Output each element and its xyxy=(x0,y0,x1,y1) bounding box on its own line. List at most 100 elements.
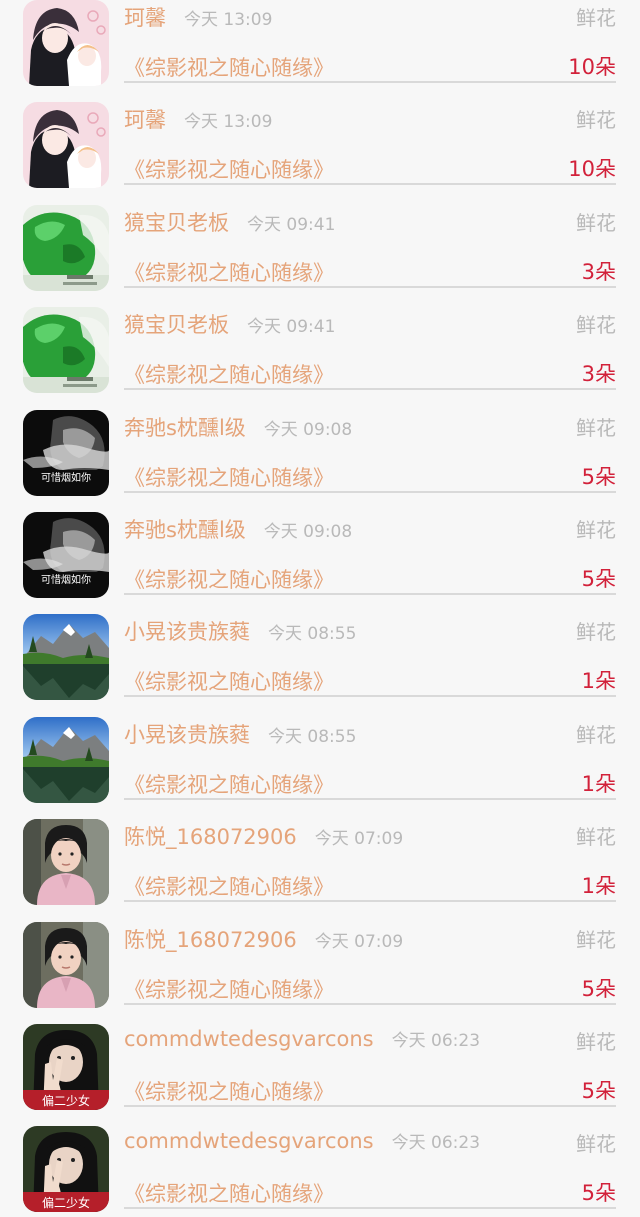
gift-record-row[interactable]: 偏二少女 commdwtedesgvarcons 今天 06:23 鲜花 《综影视… xyxy=(0,1114,640,1216)
avatar-caption: 偏二少女 xyxy=(42,1093,90,1108)
username[interactable]: 珂馨 xyxy=(124,6,166,30)
gift-record-row[interactable]: 可惜烟如你 奔驰s枕醺l级 今天 09:08 鲜花 《综影视之随心随缘》 5朵 xyxy=(0,500,640,602)
gift-time: 今天 09:41 xyxy=(247,317,336,338)
username-line: 奔驰s枕醺l级 今天 09:08 xyxy=(124,412,352,442)
book-title[interactable]: 《综影视之随心随缘》 xyxy=(124,1076,334,1106)
username[interactable]: 奔驰s枕醺l级 xyxy=(124,518,246,542)
gift-type: 鲜花 xyxy=(576,620,616,645)
book-title[interactable]: 《综影视之随心随缘》 xyxy=(124,871,334,901)
username[interactable]: 陈悦_168072906 xyxy=(124,928,297,952)
avatar-image xyxy=(23,921,109,1008)
username-line: commdwtedesgvarcons 今天 06:23 xyxy=(124,1026,480,1051)
gift-record-row[interactable]: 獍宝贝老板 今天 09:41 鲜花 《综影视之随心随缘》 3朵 xyxy=(0,193,640,295)
book-title[interactable]: 《综影视之随心随缘》 xyxy=(124,666,334,696)
gift-record-row[interactable]: 獍宝贝老板 今天 09:41 鲜花 《综影视之随心随缘》 3朵 xyxy=(0,295,640,397)
avatar-girl-peace-sign[interactable]: 偏二少女 xyxy=(23,1023,109,1110)
avatar-girl-peace-sign[interactable]: 偏二少女 xyxy=(23,1126,109,1213)
gift-count: 1朵 xyxy=(581,669,616,694)
book-title[interactable]: 《综影视之随心随缘》 xyxy=(124,462,334,492)
gift-record-content: 陈悦_168072906 今天 07:09 鲜花 《综影视之随心随缘》 5朵 xyxy=(124,910,616,1005)
gift-record-content: 珂馨 今天 13:09 鲜花 《综影视之随心随缘》 10朵 xyxy=(124,0,616,83)
username[interactable]: 珂馨 xyxy=(124,108,166,132)
username[interactable]: 小晃该贵族蕤 xyxy=(124,723,250,747)
gift-record-content: 小晃该贵族蕤 今天 08:55 鲜花 《综影视之随心随缘》 1朵 xyxy=(124,705,616,800)
gift-time: 今天 08:55 xyxy=(268,726,357,747)
gift-record-row[interactable]: 陈悦_168072906 今天 07:09 鲜花 《综影视之随心随缘》 5朵 xyxy=(0,910,640,1012)
avatar-anime-couple[interactable] xyxy=(23,0,109,86)
book-title[interactable]: 《综影视之随心随缘》 xyxy=(124,564,334,594)
username[interactable]: 小晃该贵族蕤 xyxy=(124,620,250,644)
gift-type: 鲜花 xyxy=(576,6,616,30)
username[interactable]: 陈悦_168072906 xyxy=(124,825,297,849)
gift-record-row[interactable]: 小晃该贵族蕤 今天 08:55 鲜花 《综影视之随心随缘》 1朵 xyxy=(0,602,640,704)
gift-count: 3朵 xyxy=(581,259,616,284)
avatar-image: 偏二少女 xyxy=(23,1023,109,1110)
username-line: 珂馨 今天 13:09 xyxy=(124,104,272,134)
gift-type: 鲜花 xyxy=(576,722,616,747)
book-title[interactable]: 《综影视之随心随缘》 xyxy=(124,359,334,389)
gift-record-row[interactable]: 小晃该贵族蕤 今天 08:55 鲜花 《综影视之随心随缘》 1朵 xyxy=(0,705,640,807)
gift-time: 今天 09:41 xyxy=(247,214,336,235)
username-line: 奔驰s枕醺l级 今天 09:08 xyxy=(124,514,352,544)
username-line: 陈悦_168072906 今天 07:09 xyxy=(124,924,403,954)
gift-record-row[interactable]: 陈悦_168072906 今天 07:09 鲜花 《综影视之随心随缘》 1朵 xyxy=(0,807,640,909)
gift-time: 今天 09:08 xyxy=(263,419,353,440)
avatar-image: 可惜烟如你 xyxy=(23,409,109,496)
username-line: 獍宝贝老板 今天 09:41 xyxy=(124,309,335,339)
gift-record-content: 陈悦_168072906 今天 07:09 鲜花 《综影视之随心随缘》 1朵 xyxy=(124,807,616,903)
avatar-image xyxy=(23,819,109,906)
username[interactable]: commdwtedesgvarcons xyxy=(124,1027,374,1051)
gift-time: 今天 07:09 xyxy=(314,931,404,952)
gift-type: 鲜花 xyxy=(576,210,616,235)
gift-record-row[interactable]: 偏二少女 commdwtedesgvarcons 今天 06:23 鲜花 《综影视… xyxy=(0,1012,640,1114)
gift-record-content: 小晃该贵族蕤 今天 08:55 鲜花 《综影视之随心随缘》 1朵 xyxy=(124,602,616,698)
gift-count: 10朵 xyxy=(568,55,616,79)
gift-time: 今天 08:55 xyxy=(268,624,357,645)
username[interactable]: 獍宝贝老板 xyxy=(124,313,229,337)
avatar-anime-couple[interactable] xyxy=(23,102,109,189)
avatar-image: 偏二少女 xyxy=(23,1126,109,1213)
gift-count: 5朵 xyxy=(581,464,616,489)
book-title[interactable]: 《综影视之随心随缘》 xyxy=(124,1178,334,1208)
avatar-caption: 可惜烟如你 xyxy=(41,573,91,586)
avatar-girl-pink-coat[interactable] xyxy=(23,819,109,906)
gift-count: 10朵 xyxy=(568,157,616,182)
avatar-caption: 偏二少女 xyxy=(42,1195,90,1210)
book-title[interactable]: 《综影视之随心随缘》 xyxy=(124,257,334,287)
book-title[interactable]: 《综影视之随心随缘》 xyxy=(124,769,334,799)
username[interactable]: 奔驰s枕醺l级 xyxy=(124,416,246,440)
avatar-smoke-bw[interactable]: 可惜烟如你 xyxy=(23,511,109,598)
gift-time: 今天 06:23 xyxy=(391,1030,481,1051)
gift-record-row[interactable]: 珂馨 今天 13:09 鲜花 《综影视之随心随缘》 10朵 xyxy=(0,90,640,192)
book-title[interactable]: 《综影视之随心随缘》 xyxy=(124,154,334,184)
avatar-mountain-lake[interactable] xyxy=(23,716,109,803)
gift-count: 5朵 xyxy=(581,566,616,591)
username[interactable]: commdwtedesgvarcons xyxy=(124,1129,374,1153)
gift-type: 鲜花 xyxy=(576,415,616,440)
gift-type: 鲜花 xyxy=(576,1029,616,1054)
book-title[interactable]: 《综影视之随心随缘》 xyxy=(124,974,334,1004)
avatar-green-jade[interactable] xyxy=(23,204,109,291)
username-line: 獍宝贝老板 今天 09:41 xyxy=(124,207,335,237)
avatar-girl-pink-coat[interactable] xyxy=(23,921,109,1008)
avatar-mountain-lake[interactable] xyxy=(23,614,109,701)
username[interactable]: 獍宝贝老板 xyxy=(124,211,229,235)
book-title[interactable]: 《综影视之随心随缘》 xyxy=(124,52,334,82)
avatar-image xyxy=(23,307,109,394)
gift-record-content: 獍宝贝老板 今天 09:41 鲜花 《综影视之随心随缘》 3朵 xyxy=(124,193,616,288)
avatar-green-jade[interactable] xyxy=(23,307,109,394)
username-line: 小晃该贵族蕤 今天 08:55 xyxy=(124,719,356,749)
avatar-image xyxy=(23,716,109,803)
avatar-smoke-bw[interactable]: 可惜烟如你 xyxy=(23,409,109,496)
username-line: 小晃该贵族蕤 今天 08:55 xyxy=(124,616,356,646)
gift-count: 5朵 xyxy=(581,1078,616,1103)
gift-time: 今天 06:23 xyxy=(391,1133,481,1154)
avatar-caption: 可惜烟如你 xyxy=(41,471,91,484)
gift-record-list: 珂馨 今天 13:09 鲜花 《综影视之随心随缘》 10朵 珂馨 今天 13:09 … xyxy=(0,0,640,1217)
gift-count: 5朵 xyxy=(581,976,616,1001)
gift-record-content: 奔驰s枕醺l级 今天 09:08 鲜花 《综影视之随心随缘》 5朵 xyxy=(124,500,616,595)
gift-record-content: 獍宝贝老板 今天 09:41 鲜花 《综影视之随心随缘》 3朵 xyxy=(124,295,616,391)
gift-time: 今天 13:09 xyxy=(184,112,273,133)
gift-record-row[interactable]: 珂馨 今天 13:09 鲜花 《综影视之随心随缘》 10朵 xyxy=(0,0,640,90)
gift-record-row[interactable]: 可惜烟如你 奔驰s枕醺l级 今天 09:08 鲜花 《综影视之随心随缘》 5朵 xyxy=(0,398,640,500)
